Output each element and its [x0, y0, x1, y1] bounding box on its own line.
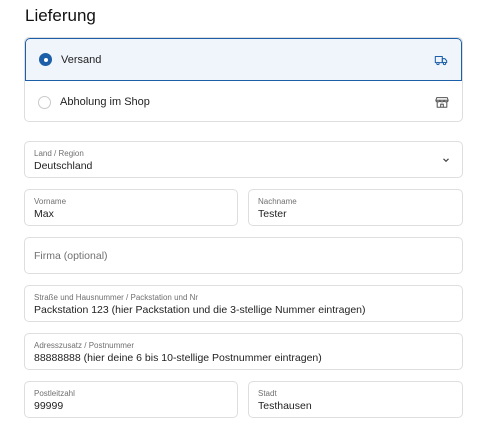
city-label: Stadt: [258, 389, 277, 398]
first-name-value: Max: [34, 208, 54, 220]
delivery-option-label: Abholung im Shop: [60, 96, 150, 108]
first-name-field[interactable]: Vorname Max: [24, 189, 238, 226]
city-field[interactable]: Stadt Testhausen: [248, 381, 463, 418]
shipping-radio[interactable]: [39, 53, 52, 66]
postal-code-label: Postleitzahl: [34, 389, 75, 398]
delivery-option-label: Versand: [61, 53, 102, 66]
street-label: Straße und Hausnummer / Packstation und …: [34, 293, 199, 302]
country-value: Deutschland: [34, 160, 93, 172]
postal-code-field[interactable]: Postleitzahl 99999: [24, 381, 238, 418]
store-icon: [435, 95, 449, 109]
first-name-label: Vorname: [34, 197, 67, 206]
delivery-option-pickup[interactable]: Abholung im Shop: [25, 81, 462, 121]
delivery-option-shipping[interactable]: Versand: [25, 38, 462, 81]
company-placeholder: Firma (optional): [34, 250, 108, 262]
last-name-field[interactable]: Nachname Tester: [248, 189, 463, 226]
section-title: Lieferung: [25, 6, 96, 25]
address2-value: 88888888 (hier deine 6 bis 10-stellige P…: [34, 352, 322, 364]
truck-icon: [434, 53, 448, 67]
last-name-value: Tester: [258, 208, 287, 220]
last-name-label: Nachname: [258, 197, 297, 206]
city-value: Testhausen: [258, 400, 312, 412]
delivery-method-group: Versand Abholung im Shop: [24, 37, 463, 122]
address2-label: Adresszusatz / Postnummer: [34, 341, 135, 350]
chevron-down-icon: [441, 155, 451, 165]
address2-field[interactable]: Adresszusatz / Postnummer 88888888 (hier…: [24, 333, 463, 370]
company-field[interactable]: Firma (optional): [24, 237, 463, 274]
street-value: Packstation 123 (hier Packstation und di…: [34, 304, 366, 316]
postal-code-value: 99999: [34, 400, 64, 412]
country-select[interactable]: Land / Region Deutschland: [24, 141, 463, 178]
pickup-radio[interactable]: [38, 95, 51, 109]
country-label: Land / Region: [34, 149, 84, 158]
street-field[interactable]: Straße und Hausnummer / Packstation und …: [24, 285, 463, 322]
